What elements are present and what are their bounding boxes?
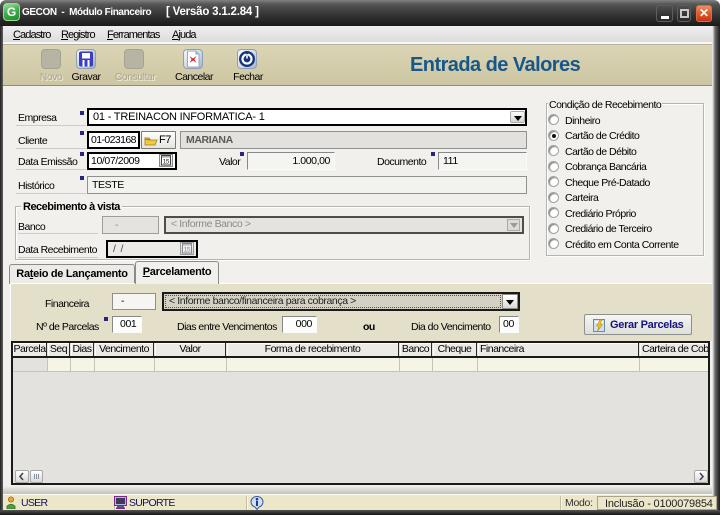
svg-text:15: 15 — [163, 159, 170, 166]
svg-text:15: 15 — [184, 247, 191, 254]
